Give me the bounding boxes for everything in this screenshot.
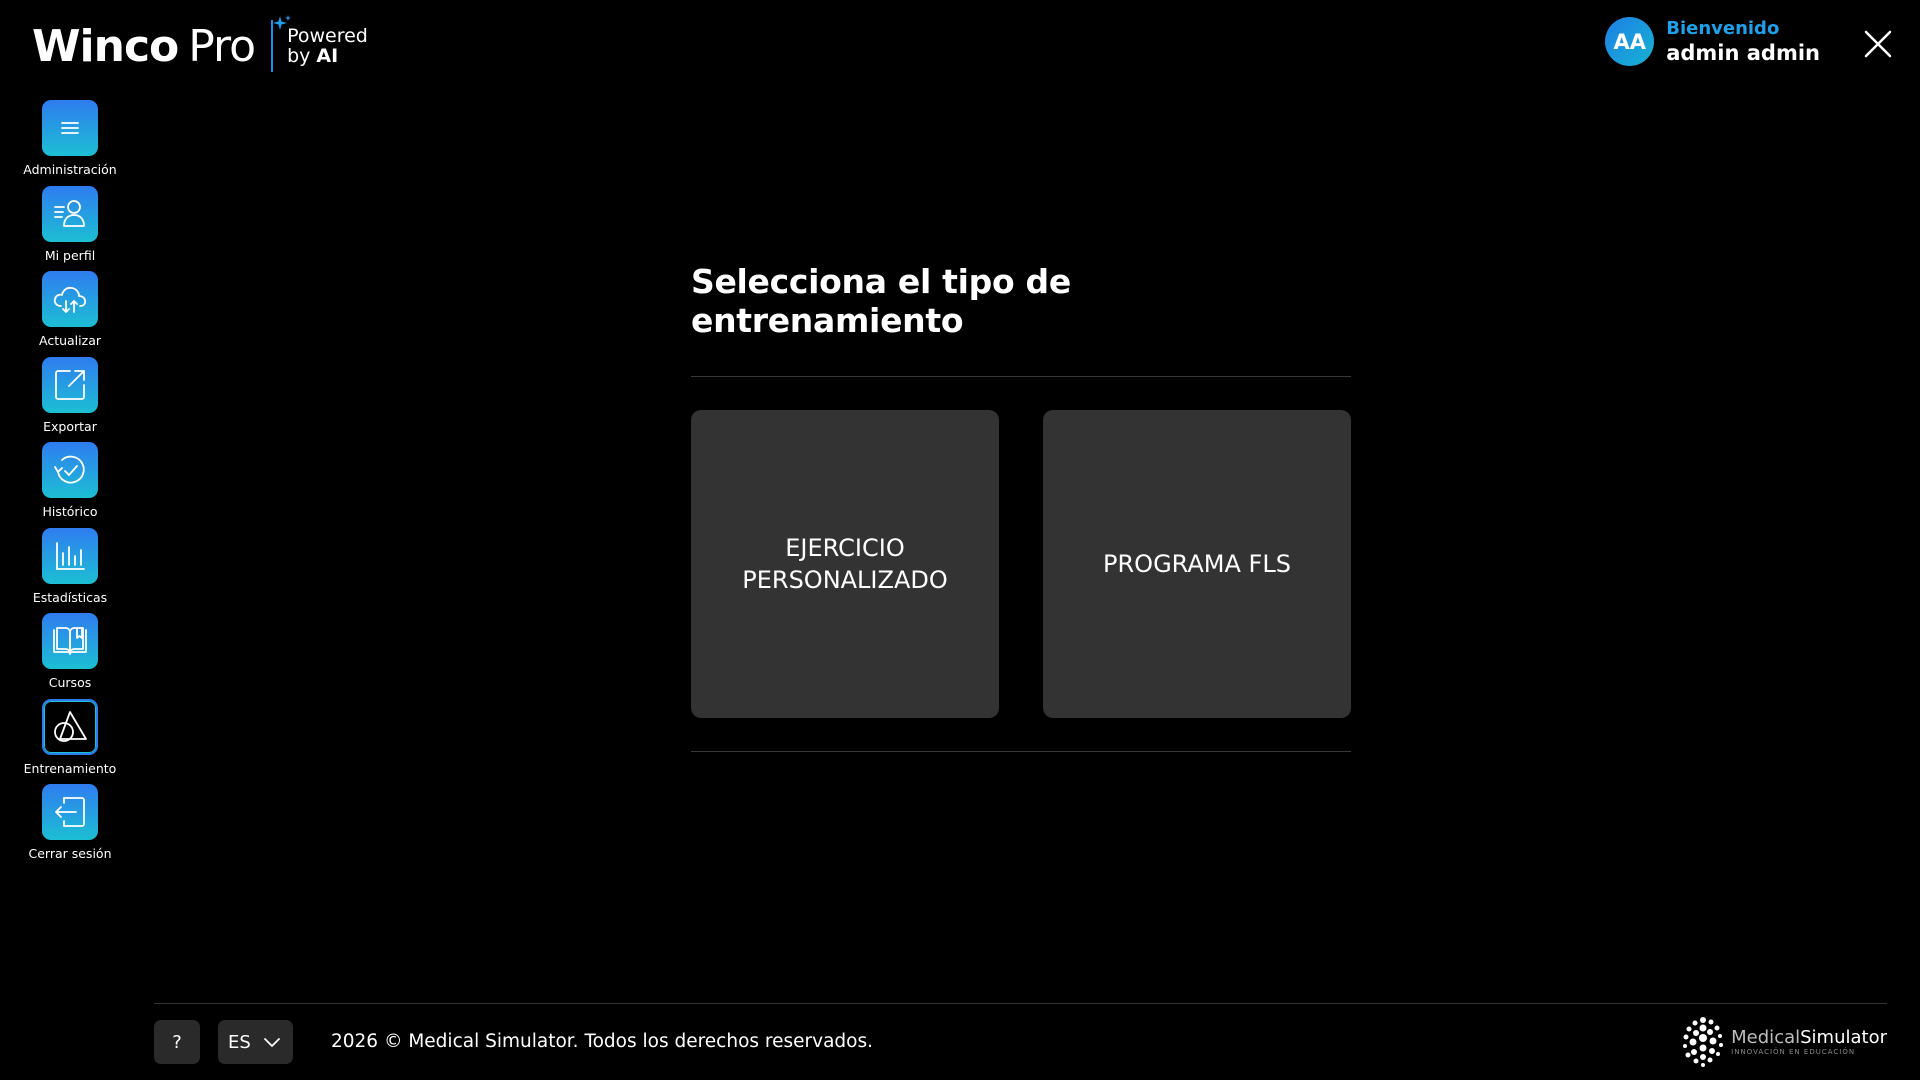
sidebar-item-actualizar[interactable]: Actualizar <box>0 271 140 357</box>
sparkle-icon <box>273 15 292 30</box>
sidebar-item-exportar[interactable]: Exportar <box>0 356 140 443</box>
training-selection: Selecciona el tipo de entrenamiento EJER… <box>691 262 1351 752</box>
sidebar-item-label: Estadísticas <box>32 589 108 605</box>
close-icon <box>1864 30 1892 58</box>
user-name: admin admin <box>1666 40 1820 65</box>
sidebar: Administración Mi perfil Actualizar Expo… <box>0 100 140 870</box>
powered-line2-prefix: by <box>287 45 311 67</box>
sidebar-item-label: Cerrar sesión <box>28 846 112 861</box>
language-select[interactable]: ES <box>218 1020 293 1064</box>
sidebar-item-label: Mi perfil <box>44 247 96 263</box>
sidebar-item-entrenamiento[interactable]: Entrenamiento <box>0 698 140 785</box>
menu-icon <box>42 100 98 156</box>
divider-top <box>691 376 1351 377</box>
profile-icon <box>42 185 98 242</box>
medical-simulator-logo: MedicalSimulator INNOVACIÓN EN EDUCACIÓN <box>1681 1014 1887 1070</box>
logout-icon <box>42 784 98 840</box>
brand-light: Medical <box>1731 1027 1801 1048</box>
export-icon <box>42 356 98 413</box>
powered-line1: Powered <box>287 25 368 47</box>
logo-product: Pro <box>188 20 256 72</box>
history-icon <box>42 442 98 498</box>
sidebar-item-label: Histórico <box>42 504 98 519</box>
welcome-text: Bienvenido <box>1666 17 1780 39</box>
sidebar-item-administracion[interactable]: Administración <box>0 100 140 186</box>
sidebar-item-label: Administración <box>23 162 117 177</box>
avatar[interactable]: AA <box>1605 17 1655 66</box>
sidebar-item-mi-perfil[interactable]: Mi perfil <box>0 185 140 272</box>
training-cards: EJERCICIO PERSONALIZADO PROGRAMA FLS <box>691 410 1351 718</box>
sidebar-item-label: Actualizar <box>39 333 101 348</box>
sidebar-item-label: Entrenamiento <box>23 760 117 776</box>
cloud-sync-icon <box>42 271 98 327</box>
brain-dots-icon <box>1683 1017 1724 1067</box>
page-title: Selecciona el tipo de entrenamiento <box>691 262 1071 340</box>
language-value: ES <box>228 1031 251 1053</box>
sidebar-item-historico[interactable]: Histórico <box>0 442 140 528</box>
divider-bottom <box>691 751 1351 752</box>
sidebar-item-cursos[interactable]: Cursos <box>0 613 140 699</box>
help-button[interactable]: ? <box>154 1020 200 1064</box>
book-icon <box>42 613 98 669</box>
sidebar-item-label: Cursos <box>48 675 92 690</box>
sidebar-item-estadisticas[interactable]: Estadísticas <box>0 527 140 614</box>
sidebar-item-cerrar-sesion[interactable]: Cerrar sesión <box>0 784 140 870</box>
powered-by-ai: Powered by AI <box>273 15 368 67</box>
logo-brand: Winco <box>32 20 179 72</box>
bar-chart-icon <box>42 527 98 584</box>
app-logo: Winco Pro Powered by AI <box>32 15 368 72</box>
fls-program-card[interactable]: PROGRAMA FLS <box>1043 410 1351 718</box>
brand-strong: Simulator <box>1800 1027 1887 1048</box>
close-button[interactable] <box>1860 26 1896 62</box>
sidebar-item-label: Exportar <box>43 418 97 434</box>
shapes-icon <box>42 698 98 755</box>
chevron-down-icon <box>263 1038 280 1047</box>
brand-tagline: INNOVACIÓN EN EDUCACIÓN <box>1731 1048 1856 1056</box>
user-info: AA Bienvenido admin admin <box>1605 17 1820 66</box>
copyright-text: 2026 © Medical Simulator. Todos los dere… <box>331 1031 873 1052</box>
footer-divider <box>154 1003 1887 1004</box>
custom-exercise-card[interactable]: EJERCICIO PERSONALIZADO <box>691 410 999 718</box>
powered-line2-strong: AI <box>316 45 339 67</box>
